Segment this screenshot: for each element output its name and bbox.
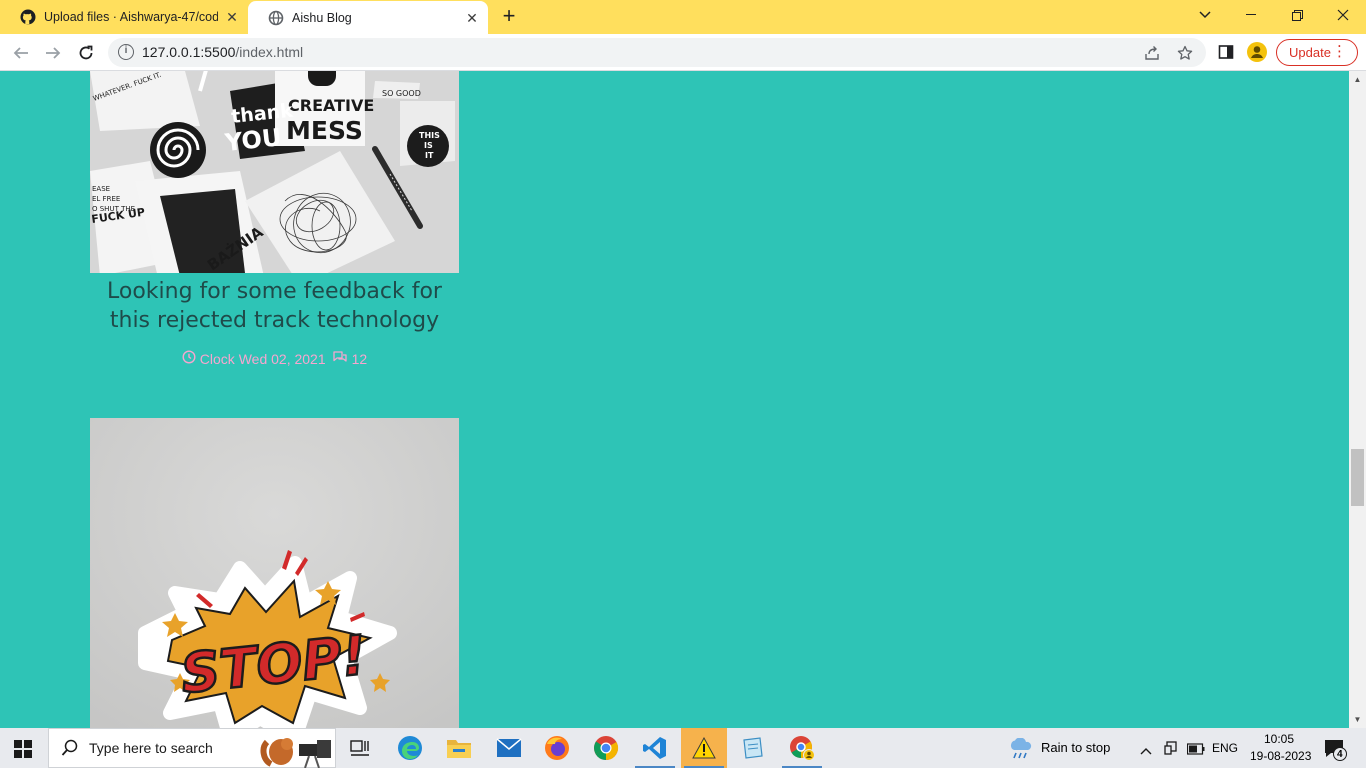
scroll-thumb[interactable] (1351, 449, 1364, 506)
post-meta: Clock Wed 02, 2021 12 (90, 350, 459, 367)
file-explorer-icon[interactable] (436, 728, 482, 768)
tab-title: Aishu Blog (292, 11, 352, 25)
tab-aishu-blog[interactable]: Aishu Blog ✕ (248, 1, 488, 35)
close-tab-icon[interactable]: ✕ (464, 10, 480, 26)
page-viewport: CREATIVE MESS thank YOU SO GOOD THIS IS … (0, 71, 1349, 728)
browser-toolbar: i 127.0.0.1:5500/index.html Update ⋮ (0, 34, 1366, 71)
clock-date[interactable]: 19-08-2023 (1250, 749, 1311, 763)
url-text: 127.0.0.1:5500/index.html (142, 44, 303, 60)
search-icon (61, 739, 79, 762)
new-tab-button[interactable]: + (498, 5, 520, 28)
tray-chevron-up-icon[interactable] (1140, 742, 1152, 760)
task-view-icon[interactable] (337, 728, 383, 768)
tab-github[interactable]: Upload files · Aishwarya-47/code ✕ (0, 0, 248, 34)
site-info-icon[interactable]: i (118, 44, 134, 60)
tab-strip: Upload files · Aishwarya-47/code ✕ Aishu… (0, 0, 1366, 35)
update-button[interactable]: Update ⋮ (1276, 39, 1358, 66)
clock-icon (182, 350, 196, 367)
search-highlight-squirrel-icon (259, 732, 335, 768)
comment-count: 12 (351, 350, 368, 367)
windows-taskbar: Type here to search Rain to stop ENG 10:… (0, 728, 1366, 768)
it-text: IT (425, 151, 434, 160)
url-host: 127.0.0.1:5500 (142, 44, 236, 60)
weather-text[interactable]: Rain to stop (1041, 740, 1110, 755)
search-placeholder: Type here to search (89, 740, 213, 756)
vscode-icon[interactable] (632, 728, 678, 768)
post-image-stop-sticker[interactable]: STOP! (90, 418, 459, 728)
network-icon[interactable] (1163, 740, 1179, 761)
creative-text: CREATIVE (288, 96, 374, 115)
post-title[interactable]: Looking for some feedback for this rejec… (90, 277, 459, 335)
close-window-icon[interactable] (1320, 0, 1366, 30)
sogood-text: SO GOOD (382, 89, 421, 98)
weather-rain-icon[interactable] (1008, 737, 1034, 765)
firefox-icon[interactable] (534, 728, 580, 768)
warning-app-icon[interactable] (681, 728, 727, 768)
minimize-icon[interactable] (1228, 0, 1274, 30)
profile-avatar-icon[interactable] (1247, 42, 1267, 62)
scroll-up-icon[interactable]: ▲ (1349, 71, 1366, 88)
please-text-1: EASE (92, 185, 110, 193)
battery-icon[interactable] (1186, 742, 1205, 760)
post-date: Clock Wed 02, 2021 (199, 350, 326, 367)
post-image-creative-mess[interactable]: CREATIVE MESS thank YOU SO GOOD THIS IS … (90, 71, 459, 273)
mess-text: MESS (286, 116, 363, 145)
chrome-profile-icon[interactable] (779, 728, 825, 768)
menu-dots-icon: ⋮ (1332, 43, 1347, 60)
restore-icon[interactable] (1274, 0, 1320, 30)
share-icon[interactable] (1142, 43, 1162, 63)
page-scrollbar[interactable]: ▲ ▼ (1349, 71, 1366, 728)
taskbar-search-box[interactable]: Type here to search (48, 728, 336, 768)
url-path: /index.html (235, 44, 304, 60)
language-indicator[interactable]: ENG (1212, 741, 1238, 755)
is-text: IS (424, 141, 433, 150)
windows-start-icon[interactable] (14, 740, 32, 758)
edge-icon[interactable] (387, 728, 433, 768)
tab-title: Upload files · Aishwarya-47/code (44, 10, 218, 24)
please-text-2: EL FREE (92, 195, 120, 203)
clock-time[interactable]: 10:05 (1264, 732, 1294, 746)
forward-icon[interactable] (40, 40, 66, 66)
bookmark-star-icon[interactable] (1175, 43, 1195, 63)
you-text: YOU (223, 123, 283, 157)
scroll-down-icon[interactable]: ▼ (1349, 711, 1366, 728)
notepad-icon[interactable] (730, 728, 776, 768)
close-tab-icon[interactable]: ✕ (224, 9, 240, 25)
reload-icon[interactable] (73, 40, 99, 66)
globe-icon (268, 10, 284, 26)
github-icon (20, 9, 36, 25)
notification-count: 4 (1337, 749, 1343, 760)
comments-icon (332, 350, 348, 367)
chrome-icon[interactable] (583, 728, 629, 768)
update-label: Update (1289, 45, 1331, 60)
back-icon[interactable] (8, 40, 34, 66)
side-panel-icon[interactable] (1216, 42, 1236, 62)
notification-center-icon[interactable] (1324, 739, 1348, 766)
tab-search-chevron-icon[interactable] (1182, 0, 1228, 30)
address-bar[interactable]: i 127.0.0.1:5500/index.html (108, 38, 1206, 67)
mail-icon[interactable] (486, 728, 532, 768)
this-text: THIS (419, 131, 440, 140)
